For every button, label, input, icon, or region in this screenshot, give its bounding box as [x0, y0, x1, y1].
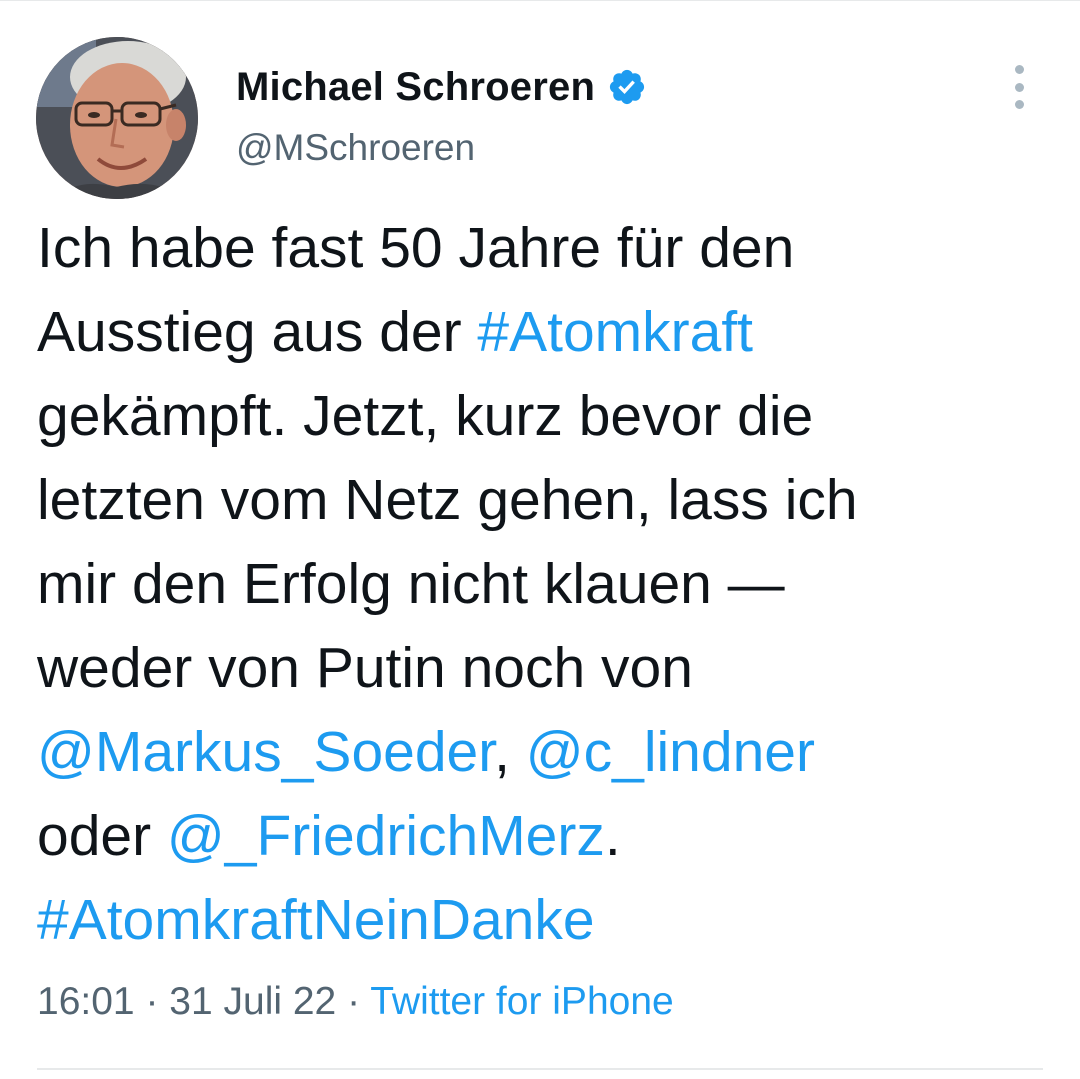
more-vertical-icon	[1014, 65, 1024, 74]
hashtag-link[interactable]: #Atomkraft	[477, 300, 753, 364]
meta-separator: ·	[145, 980, 159, 1023]
tweet-header: Michael Schroeren @MSchroeren	[36, 37, 1046, 202]
tweet-text: Ich habe fast 50 Jahre für den Ausstieg a…	[37, 206, 1047, 962]
tweet-text-segment: ,	[494, 720, 526, 784]
more-options-button[interactable]	[1001, 65, 1037, 109]
tweet-text-line: Ausstieg aus der #Atomkraft	[37, 290, 1047, 374]
tweet-text-segment: Ausstieg aus der	[37, 300, 478, 364]
tweet-text-segment: letzten vom Netz gehen, lass ich	[37, 468, 858, 532]
tweet-text-line: Ich habe fast 50 Jahre für den	[37, 206, 1047, 290]
tweet-text-segment: Ich habe fast 50 Jahre für den	[37, 216, 795, 280]
more-vertical-icon-dot	[1014, 100, 1024, 109]
tweet-text-segment: gekämpft. Jetzt, kurz bevor die	[37, 384, 814, 448]
tweet-text-line: @Markus_Soeder, @c_lindner	[37, 710, 1047, 794]
more-vertical-icon-dot	[1014, 82, 1024, 92]
avatar-photo	[36, 37, 198, 199]
hashtag-link[interactable]: #AtomkraftNeinDanke	[37, 888, 595, 952]
top-divider	[0, 0, 1080, 1]
tweet-text-segment: oder	[37, 804, 167, 868]
verified-badge-icon	[610, 69, 645, 105]
mention-link[interactable]: @_FriedrichMerz	[167, 804, 605, 868]
mention-link[interactable]: @Markus_Soeder	[37, 720, 494, 784]
mention-link[interactable]: @c_lindner	[526, 720, 815, 784]
tweet-text-line: weder von Putin noch von	[37, 626, 1047, 710]
user-info: Michael Schroeren @MSchroeren	[236, 57, 647, 169]
tweet-source[interactable]: Twitter for iPhone	[370, 980, 673, 1023]
tweet-text-line: gekämpft. Jetzt, kurz bevor die	[37, 374, 1047, 458]
tweet-text-line: #AtomkraftNeinDanke	[37, 878, 1047, 962]
tweet-date[interactable]: 31 Juli 22	[169, 980, 336, 1023]
tweet-text-line: letzten vom Netz gehen, lass ich	[37, 458, 1047, 542]
tweet-time[interactable]: 16:01	[37, 980, 135, 1023]
tweet-text-line: mir den Erfolg nicht klauen —	[37, 542, 1047, 626]
bottom-divider	[37, 1068, 1043, 1070]
display-name[interactable]: Michael Schroeren	[236, 65, 595, 110]
name-row: Michael Schroeren	[236, 57, 647, 117]
meta-separator: ·	[347, 980, 361, 1023]
avatar[interactable]	[36, 37, 198, 199]
user-handle[interactable]: @MSchroeren	[236, 127, 647, 169]
tweet-meta: 16:01 · 31 Juli 22 · Twitter for iPhone	[37, 980, 674, 1024]
tweet-text-segment: mir den Erfolg nicht klauen —	[37, 552, 785, 616]
tweet-text-segment: weder von Putin noch von	[37, 636, 693, 700]
tweet-text-segment: .	[604, 804, 621, 868]
tweet-text-line: oder @_FriedrichMerz.	[37, 794, 1047, 878]
